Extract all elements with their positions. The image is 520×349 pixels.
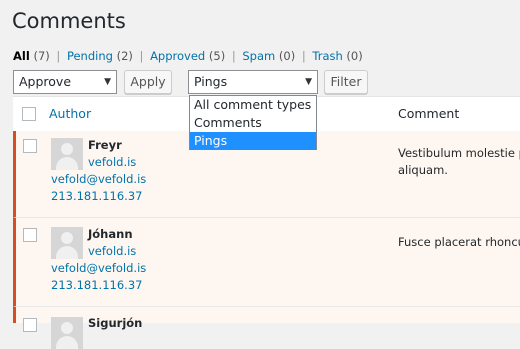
comment-type-value: Pings [194,74,228,89]
author-ip-link[interactable]: 213.181.116.37 [51,189,142,203]
bulk-action-select[interactable]: Approve ▼ [13,70,117,94]
select-all-checkbox[interactable] [22,107,36,121]
option-comments[interactable]: Comments [190,114,316,132]
author-ip-link[interactable]: 213.181.116.37 [51,278,142,292]
apply-button[interactable]: Apply [124,70,172,94]
separator: | [301,49,306,63]
row-checkbox[interactable] [23,139,37,153]
option-pings[interactable]: Pings [190,132,316,150]
row-checkbox[interactable] [23,228,37,242]
filter-all-count: (7) [33,49,50,63]
comment-text: Fusce placerat rhoncus j [398,235,520,249]
comment-text: aliquam. [398,163,448,177]
separator: | [139,49,144,63]
author-email-link[interactable]: vefold@vefold.is [51,261,146,275]
avatar [51,317,83,349]
separator: | [56,49,61,63]
comment-status-filters: All (7) | Pending (2) | Approved (5) | S… [13,48,363,64]
author-site-link[interactable]: vefold.is [88,244,136,258]
author-name: Freyr [88,138,122,152]
filter-button[interactable]: Filter [324,70,368,94]
row-checkbox[interactable] [23,318,37,332]
chevron-down-icon: ▼ [305,77,312,87]
filter-all-link[interactable]: All [13,49,30,63]
filter-approved-count: (5) [208,49,226,63]
comment-text: Vestibulum molestie pu [398,146,520,160]
filter-spam-count: (0) [278,49,296,63]
filter-pending-count: (2) [116,49,133,63]
separator: | [231,49,236,63]
chevron-down-icon: ▼ [104,77,111,87]
filter-approved-link[interactable]: Approved [150,49,205,63]
page-title: Comments [12,9,126,33]
author-name: Jóhann [88,227,133,241]
table-row: Jóhann vefold.is vefold@vefold.is 213.18… [13,218,520,307]
filter-spam-link[interactable]: Spam [242,49,275,63]
author-email-link[interactable]: vefold@vefold.is [51,172,146,186]
comment-type-select[interactable]: Pings ▼ [188,70,318,94]
filter-trash-count: (0) [346,49,363,63]
author-name: Sigurjón [88,316,143,330]
avatar [51,138,83,170]
filter-trash-link[interactable]: Trash [312,49,342,63]
column-comment-header: Comment [398,106,460,121]
author-site-link[interactable]: vefold.is [88,155,136,169]
comment-type-dropdown: All comment types Comments Pings [189,95,317,150]
table-row: Sigurjón [13,307,520,349]
filter-pending-link[interactable]: Pending [67,49,113,63]
column-author-header[interactable]: Author [49,106,91,121]
bulk-action-value: Approve [19,74,72,89]
avatar [51,227,83,259]
option-all-comment-types[interactable]: All comment types [190,96,316,114]
